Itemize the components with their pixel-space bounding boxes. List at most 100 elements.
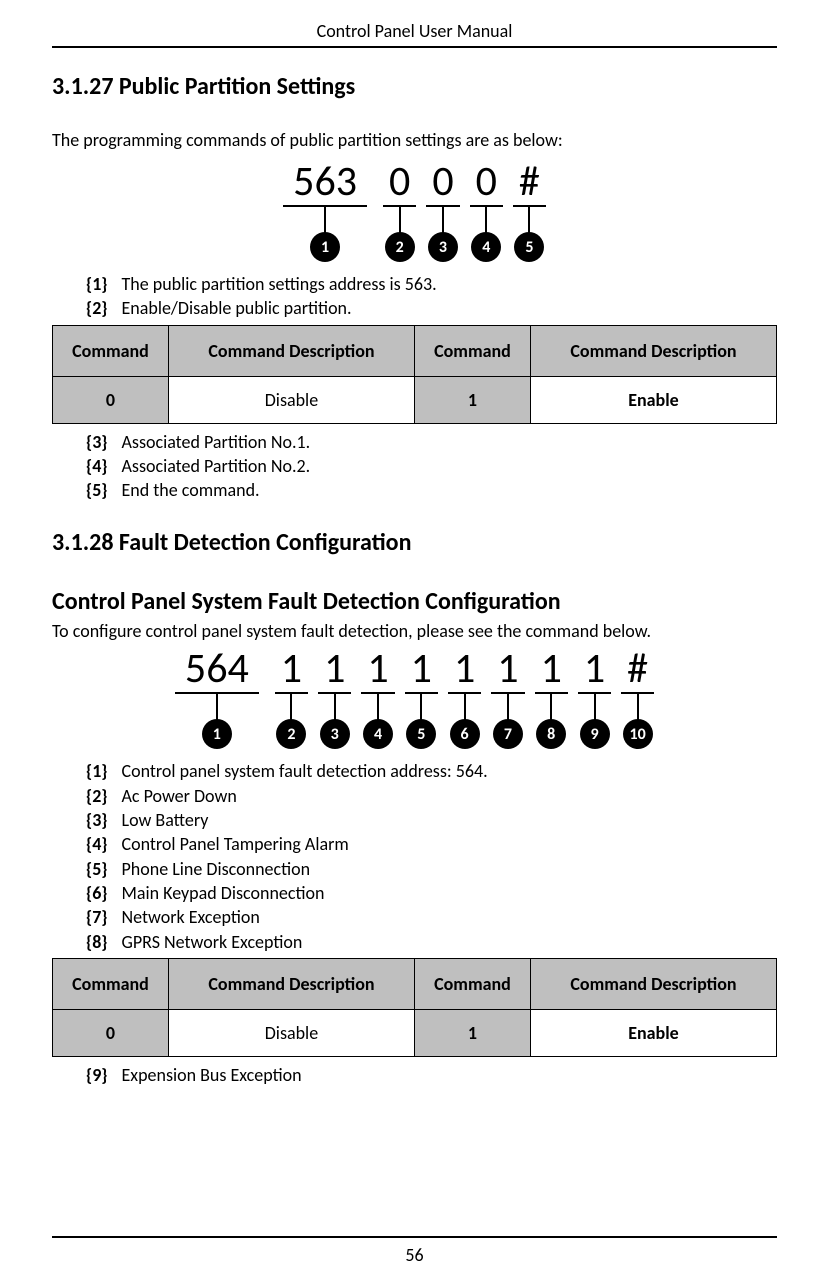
table-row: Command Command Description Command Comm… [53, 325, 777, 376]
legend-item: {5} Phone Line Disconnection [86, 857, 777, 881]
legend-item: {4} Associated Partition No.2. [86, 454, 777, 478]
cmd-token: 1 [535, 648, 568, 694]
legend-item: {9} Expension Bus Exception [86, 1063, 777, 1087]
table-header: Command Description [530, 958, 776, 1009]
legend-key: {6} [86, 881, 108, 905]
connector-line [399, 207, 401, 233]
legend-key: {1} [86, 759, 108, 783]
connector-line [377, 694, 379, 720]
legend-item: {8} GPRS Network Exception [86, 930, 777, 954]
bubble-icon: 1 [202, 719, 232, 749]
legend-text: Expension Bus Exception [122, 1063, 302, 1087]
cmd-token: 1 [318, 648, 351, 694]
table-cell: Enable [530, 376, 776, 423]
bubble-icon: 3 [428, 232, 458, 262]
legend-key: {3} [86, 808, 108, 832]
section-heading-3-1-28: 3.1.28 Fault Detection Configuration [52, 528, 777, 557]
connector-line [464, 694, 466, 720]
legend-item: {2} Enable/Disable public partition. [86, 296, 777, 320]
legend-text: Ac Power Down [122, 784, 237, 808]
table-header: Command [414, 325, 530, 376]
table-cell: 0 [53, 1009, 169, 1056]
legend-563-after: {3} Associated Partition No.1. {4} Assoc… [86, 430, 777, 503]
legend-text: End the command. [122, 478, 260, 502]
connector-line [594, 694, 596, 720]
bubble-icon: 10 [623, 719, 653, 749]
legend-item: {4} Control Panel Tampering Alarm [86, 832, 777, 856]
cmd-token: 564 [175, 648, 259, 694]
legend-text: Network Exception [122, 905, 260, 929]
table-cell: 0 [53, 376, 169, 423]
legend-key: {4} [86, 454, 108, 478]
bubble-icon: 2 [276, 719, 306, 749]
connector-line [637, 694, 639, 720]
legend-key: {5} [86, 857, 108, 881]
cmd-token: # [513, 161, 546, 207]
connector-line [216, 694, 218, 720]
legend-text: Control panel system fault detection add… [122, 759, 488, 783]
document-page: Control Panel User Manual 3.1.27 Public … [0, 0, 829, 1286]
cmd-token: 0 [426, 161, 459, 207]
cmd-token: 0 [470, 161, 503, 207]
cmd-token: 0 [383, 161, 416, 207]
cmd-token: 1 [578, 648, 611, 694]
table-cell: 1 [414, 376, 530, 423]
connector-line [550, 694, 552, 720]
cmd-token: 1 [405, 648, 438, 694]
bubble-icon: 4 [471, 232, 501, 262]
table-cell: 1 [414, 1009, 530, 1056]
legend-item: {3} Associated Partition No.1. [86, 430, 777, 454]
table-cell: Enable [530, 1009, 776, 1056]
legend-text: Main Keypad Disconnection [122, 881, 325, 905]
section-heading-3-1-27: 3.1.27 Public Partition Settings [52, 72, 777, 101]
legend-564-before: {1} Control panel system fault detection… [86, 759, 777, 953]
legend-text: Associated Partition No.1. [122, 430, 311, 454]
legend-563-before: {1} The public partition settings addres… [86, 272, 777, 321]
connector-line [485, 207, 487, 233]
bubble-icon: 6 [450, 719, 480, 749]
legend-key: {2} [86, 296, 108, 320]
table-header: Command Description [168, 325, 414, 376]
table-row: 0 Disable 1 Enable [53, 1009, 777, 1056]
cmd-token: 1 [448, 648, 481, 694]
table-cell: Disable [168, 376, 414, 423]
bubble-icon: 4 [363, 719, 393, 749]
legend-text: The public partition settings address is… [122, 272, 437, 296]
section-intro-3-1-28: To configure control panel system fault … [52, 620, 777, 642]
legend-text: Control Panel Tampering Alarm [122, 832, 349, 856]
legend-item: {1} Control panel system fault detection… [86, 759, 777, 783]
legend-item: {1} The public partition settings addres… [86, 272, 777, 296]
legend-key: {1} [86, 272, 108, 296]
legend-key: {2} [86, 784, 108, 808]
connector-line [334, 694, 336, 720]
legend-key: {4} [86, 832, 108, 856]
table-header: Command [53, 325, 169, 376]
legend-key: {5} [86, 478, 108, 502]
cmd-token: # [621, 648, 654, 694]
bubble-icon: 8 [536, 719, 566, 749]
page-header-title: Control Panel User Manual [52, 20, 777, 48]
table-cell: Disable [168, 1009, 414, 1056]
legend-text: Enable/Disable public partition. [122, 296, 352, 320]
legend-text: GPRS Network Exception [122, 930, 303, 954]
legend-key: {7} [86, 905, 108, 929]
legend-key: {3} [86, 430, 108, 454]
command-diagram-563: 563 1 0 2 0 3 0 4 [52, 161, 777, 262]
bubble-icon: 1 [310, 232, 340, 262]
connector-line [528, 207, 530, 233]
legend-item: {2} Ac Power Down [86, 784, 777, 808]
connector-line [442, 207, 444, 233]
legend-item: {3} Low Battery [86, 808, 777, 832]
table-row: 0 Disable 1 Enable [53, 376, 777, 423]
table-header: Command [53, 958, 169, 1009]
legend-key: {9} [86, 1063, 108, 1087]
legend-564-after: {9} Expension Bus Exception [86, 1063, 777, 1087]
bubble-icon: 9 [580, 719, 610, 749]
bubble-icon: 3 [320, 719, 350, 749]
connector-line [324, 207, 326, 233]
legend-item: {5} End the command. [86, 478, 777, 502]
section-subheading-3-1-28: Control Panel System Fault Detection Con… [52, 587, 777, 616]
legend-item: {7} Network Exception [86, 905, 777, 929]
cmd-token: 563 [283, 161, 367, 207]
page-number: 56 [52, 1236, 777, 1266]
